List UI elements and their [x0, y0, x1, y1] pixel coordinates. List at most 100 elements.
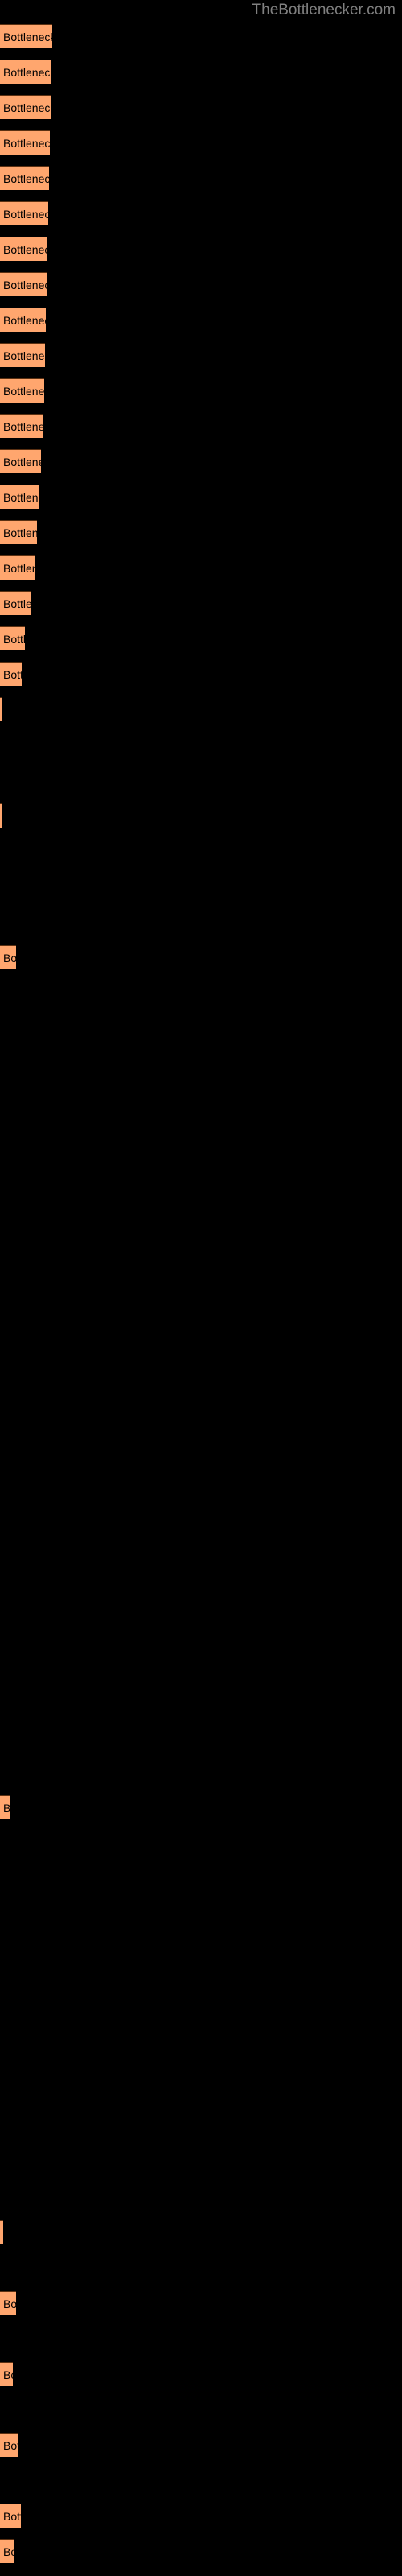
bar-label: Bottleneck result [3, 526, 37, 539]
bar-row [0, 1406, 402, 1430]
bar[interactable]: Bottleneck result [0, 201, 48, 225]
bar-row: Bottleneck result [0, 95, 402, 119]
bar-row: Bottleneck result [0, 2291, 402, 2315]
bar[interactable]: Bottleneck result [0, 2433, 18, 2457]
bar-row [0, 2114, 402, 2138]
bar-label: Bottleneck result [3, 2438, 18, 2452]
bar-row: Bottleneck result [0, 449, 402, 473]
bar-label: Bottleneck result [3, 207, 48, 221]
bar-label: Bottleneck result [3, 101, 51, 114]
bar-chart: TheBottlenecker.com Bottleneck result Bot… [0, 0, 402, 2576]
bar-label: Bottleneck result [3, 2297, 16, 2310]
bar-label: Bottleneck result [3, 384, 44, 398]
bar[interactable]: Bottleneck result [0, 1795, 10, 1819]
bar-row: Bottleneck result [0, 2362, 402, 2386]
bar-row [0, 1193, 402, 1217]
bar-label: Bottleneck result [3, 349, 45, 362]
bar-row [0, 1476, 402, 1501]
bar-label: Bottleneck result [3, 30, 52, 43]
bar-row [0, 1512, 402, 1536]
bar-row [0, 2468, 402, 2492]
bar-row [0, 2185, 402, 2209]
bar[interactable]: Bottleneck result [0, 60, 51, 84]
bar[interactable]: Bottleneck result [0, 95, 51, 119]
bar-row: Bottleneck result [0, 555, 402, 580]
bar-row: Bottleneck result [0, 803, 402, 828]
bar[interactable]: Bottleneck result [0, 945, 16, 969]
bar-label: Bottleneck result [3, 313, 46, 327]
bar[interactable]: Bottleneck result [0, 626, 25, 650]
bar-row: Bottleneck result [0, 697, 402, 721]
bar-row [0, 1583, 402, 1607]
bar-row: Bottleneck result [0, 166, 402, 190]
bar-label: Bottleneck result [3, 667, 22, 681]
bar-row [0, 1228, 402, 1253]
bar-row [0, 1937, 402, 1961]
bar[interactable]: Bottleneck result [0, 2220, 3, 2244]
bar[interactable]: Bottleneck result [0, 803, 2, 828]
bar-label: Bottleneck result [3, 561, 35, 575]
bar-label: Bottleneck result [3, 632, 25, 646]
bar-label: Bottleneck result [3, 2509, 21, 2523]
bar[interactable]: Bottleneck result [0, 24, 52, 48]
bar-label: Bottleneck result [3, 65, 51, 79]
bar-row [0, 1972, 402, 1996]
bar-row [0, 1051, 402, 1075]
bar[interactable]: Bottleneck result [0, 414, 43, 438]
bar-row [0, 1087, 402, 1111]
bar[interactable]: Bottleneck result [0, 520, 37, 544]
bar[interactable]: Bottleneck result [0, 449, 41, 473]
bar[interactable]: Bottleneck result [0, 2362, 13, 2386]
bar-row: Bottleneck result [0, 2504, 402, 2528]
bar-row [0, 910, 402, 934]
bar[interactable]: Bottleneck result [0, 697, 2, 721]
bar[interactable]: Bottleneck result [0, 2291, 16, 2315]
bar-row [0, 874, 402, 898]
bar-row [0, 1618, 402, 1642]
bar-label: Bottleneck result [3, 1801, 10, 1814]
bar-row: Bottleneck result [0, 237, 402, 261]
bar-row [0, 1264, 402, 1288]
bar-row [0, 839, 402, 863]
bar-row [0, 1016, 402, 1040]
bar-row [0, 1831, 402, 1855]
bar-row [0, 1335, 402, 1359]
bar[interactable]: Bottleneck result [0, 662, 22, 686]
bar[interactable]: Bottleneck result [0, 378, 44, 402]
bar-row [0, 1547, 402, 1571]
site-watermark: TheBottlenecker.com [252, 2, 396, 19]
bar-row: Bottleneck result [0, 626, 402, 650]
bar[interactable]: Bottleneck result [0, 591, 31, 615]
bar[interactable]: Bottleneck result [0, 130, 50, 155]
bar-row [0, 1370, 402, 1394]
bar[interactable]: Bottleneck result [0, 237, 47, 261]
bar-row: Bottleneck result [0, 308, 402, 332]
bar-row [0, 1299, 402, 1323]
bar-row: Bottleneck result [0, 272, 402, 296]
bar-row [0, 1901, 402, 1926]
bar-row [0, 1866, 402, 1890]
bar[interactable]: Bottleneck result [0, 308, 46, 332]
bar-label: Bottleneck result [3, 136, 50, 150]
bar-row: Bottleneck result [0, 201, 402, 225]
bar[interactable]: Bottleneck result [0, 272, 47, 296]
bar-row [0, 2043, 402, 2067]
bar-label: Bottleneck result [3, 455, 41, 469]
bar-label: Bottleneck result [3, 2545, 14, 2558]
bar-row [0, 1760, 402, 1784]
bar[interactable]: Bottleneck result [0, 485, 39, 509]
bar-row [0, 2079, 402, 2103]
bar[interactable]: Bottleneck result [0, 2539, 14, 2563]
bar[interactable]: Bottleneck result [0, 166, 49, 190]
bar-row [0, 2326, 402, 2351]
bar-row: Bottleneck result [0, 2433, 402, 2457]
bar-row: Bottleneck result [0, 662, 402, 686]
bar[interactable]: Bottleneck result [0, 2504, 21, 2528]
bar-row [0, 1158, 402, 1182]
bar[interactable]: Bottleneck result [0, 555, 35, 580]
bar-row [0, 2256, 402, 2280]
bar[interactable]: Bottleneck result [0, 343, 45, 367]
bar-row [0, 2008, 402, 2032]
bar-row [0, 1689, 402, 1713]
bar-row: Bottleneck result [0, 2220, 402, 2244]
